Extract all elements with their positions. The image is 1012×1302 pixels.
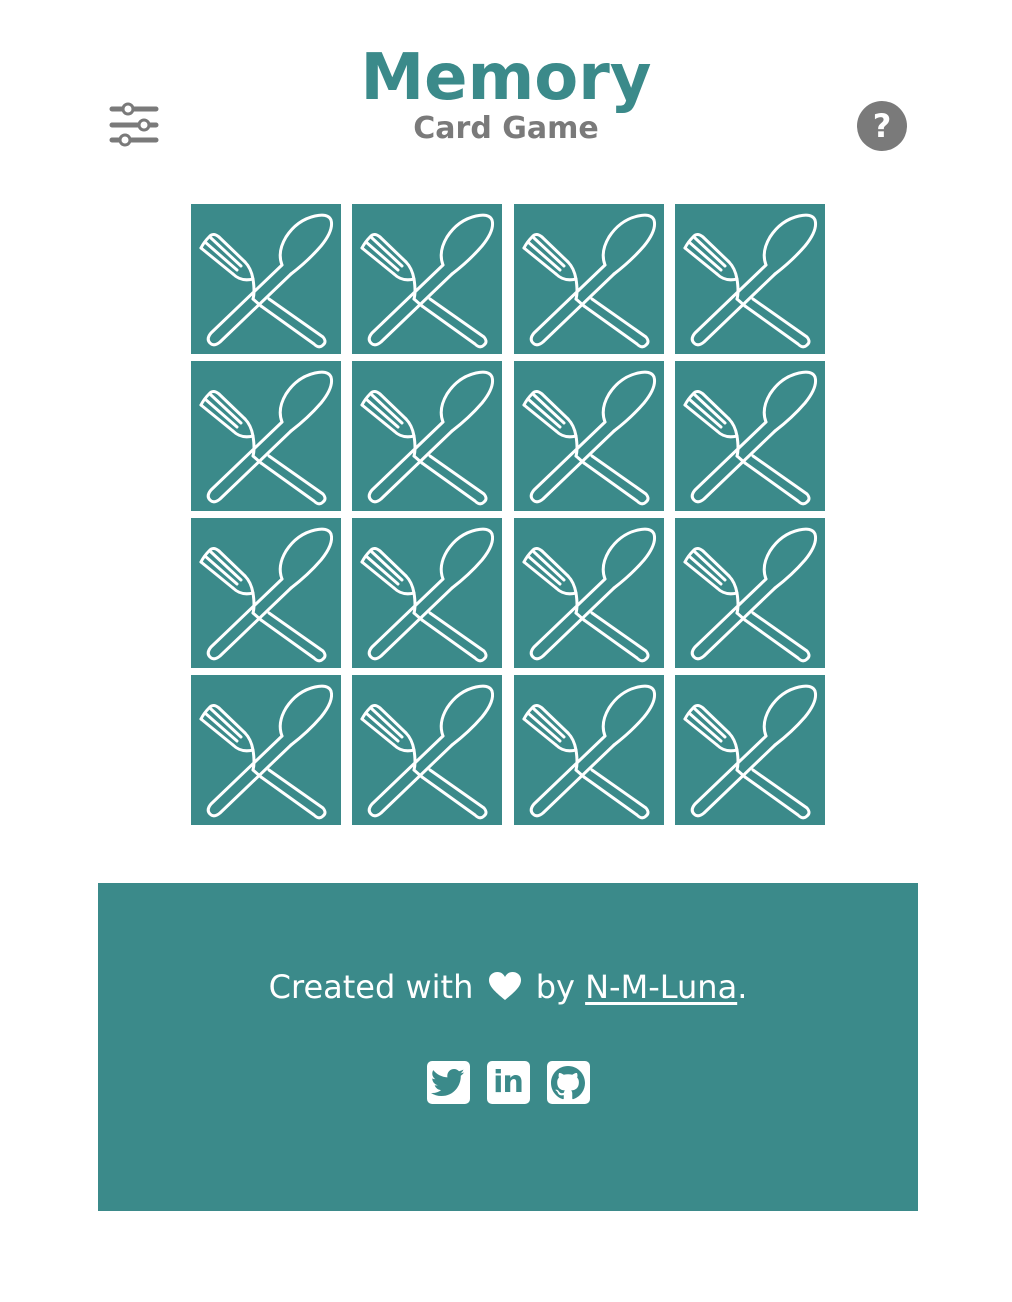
linkedin-link[interactable]: in — [486, 1061, 530, 1104]
twitter-icon — [431, 1068, 465, 1096]
heart-icon — [488, 972, 521, 1000]
fork-and-spoon-icon — [360, 527, 495, 663]
fork-and-spoon-icon — [360, 370, 495, 506]
fork-and-spoon-icon — [522, 527, 656, 663]
memory-card[interactable] — [352, 361, 503, 511]
memory-card[interactable] — [191, 361, 341, 511]
header: Memory Card Game ? — [0, 0, 1012, 190]
memory-card[interactable] — [352, 675, 503, 825]
help-button[interactable]: ? — [857, 101, 907, 151]
twitter-link[interactable] — [426, 1061, 470, 1104]
fork-and-spoon-icon — [199, 213, 333, 349]
fork-and-spoon-icon — [360, 684, 495, 820]
memory-card[interactable] — [352, 518, 503, 668]
page-title: Memory — [360, 41, 652, 115]
fork-and-spoon-icon — [360, 213, 495, 349]
memory-card[interactable] — [513, 518, 664, 668]
github-icon — [551, 1065, 585, 1099]
memory-game-page: Memory Card Game ? Created with by N-M-L… — [0, 0, 1012, 1302]
memory-card[interactable] — [191, 675, 341, 825]
memory-card[interactable] — [513, 361, 664, 511]
memory-card[interactable] — [674, 675, 825, 825]
memory-card[interactable] — [191, 518, 341, 668]
fork-and-spoon-icon — [683, 527, 817, 663]
fork-and-spoon-icon — [199, 370, 333, 506]
memory-card[interactable] — [674, 204, 825, 354]
fork-and-spoon-icon — [199, 684, 333, 820]
memory-card[interactable] — [513, 204, 664, 354]
fork-and-spoon-icon — [522, 213, 656, 349]
linkedin-icon: in — [493, 1064, 524, 1100]
fork-and-spoon-icon — [683, 213, 817, 349]
fork-and-spoon-icon — [683, 370, 817, 506]
fork-and-spoon-icon — [199, 527, 333, 663]
footer: Created with by N-M-Luna. in — [98, 883, 918, 1211]
memory-card[interactable] — [674, 361, 825, 511]
memory-card[interactable] — [674, 518, 825, 668]
credit-by: by — [535, 968, 575, 1006]
fork-and-spoon-icon — [522, 370, 656, 506]
author-link[interactable]: N-M-Luna — [585, 968, 737, 1006]
memory-card[interactable] — [352, 204, 503, 354]
fork-and-spoon-icon — [522, 684, 656, 820]
question-mark-icon: ? — [872, 107, 892, 145]
memory-card[interactable] — [513, 675, 664, 825]
credit-suffix: . — [737, 968, 748, 1006]
credit-prefix: Created with — [268, 968, 474, 1006]
card-grid — [191, 204, 825, 825]
social-links: in — [98, 1061, 918, 1104]
github-link[interactable] — [546, 1061, 590, 1104]
fork-and-spoon-icon — [683, 684, 817, 820]
memory-card[interactable] — [191, 204, 341, 354]
credit-line: Created with by N-M-Luna. — [98, 967, 918, 1007]
